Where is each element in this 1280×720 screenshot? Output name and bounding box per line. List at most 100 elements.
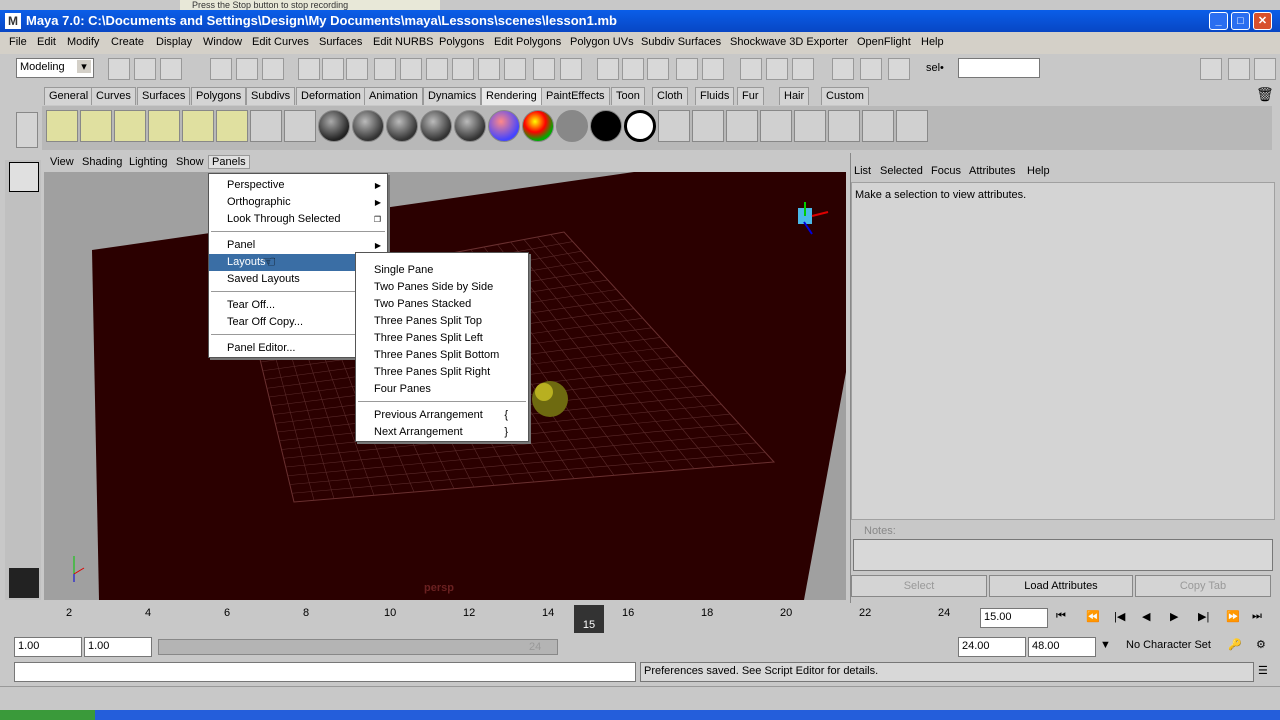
menu-help[interactable]: Help: [921, 36, 944, 48]
show-batch-icon[interactable]: [862, 110, 894, 142]
attr-menu-list[interactable]: List: [854, 165, 871, 177]
attr-menu-attributes[interactable]: Attributes: [969, 165, 1015, 177]
close-button[interactable]: ✕: [1253, 12, 1272, 30]
menu-polygon-uvs[interactable]: Polygon UVs: [570, 36, 634, 48]
shelf-tab-subdivs[interactable]: Subdivs: [246, 87, 296, 105]
viewport-menu-shading[interactable]: Shading: [82, 156, 122, 168]
manipulator-tool-icon[interactable]: [9, 370, 39, 400]
viewport-menu-panels[interactable]: Panels: [208, 155, 250, 169]
shelf-tab-curves[interactable]: Curves: [91, 87, 136, 105]
start-button[interactable]: [0, 710, 95, 720]
menu-item-next-arrangement[interactable]: Next Arrangement}: [356, 424, 528, 441]
menu-item-look-through-selected[interactable]: Look Through Selected ❐: [209, 211, 387, 228]
viewport-menu-lighting[interactable]: Lighting: [129, 156, 168, 168]
maximize-button[interactable]: □: [1231, 12, 1250, 30]
lasso-tool-icon[interactable]: [9, 198, 39, 228]
animation-end-field[interactable]: 48.00: [1028, 637, 1096, 657]
playback-start-field[interactable]: 1.00: [84, 637, 152, 657]
notes-field[interactable]: [853, 539, 1273, 571]
shading-map-icon[interactable]: [624, 110, 656, 142]
menu-item-three-panes-split-left[interactable]: Three Panes Split Left: [356, 330, 528, 347]
shelf-tab-dynamics[interactable]: Dynamics: [423, 87, 482, 105]
menu-surfaces[interactable]: Surfaces: [319, 36, 362, 48]
clear-selection-icon[interactable]: [792, 58, 814, 80]
snap-plane-icon[interactable]: [374, 58, 396, 80]
shelf-menu-icon[interactable]: [16, 112, 38, 148]
shelf-tab-toon[interactable]: Toon: [611, 87, 645, 105]
camera-icon[interactable]: [250, 110, 282, 142]
render-icon[interactable]: [658, 110, 690, 142]
spot-light-icon[interactable]: [148, 110, 180, 142]
menu-item-three-panes-split-right[interactable]: Three Panes Split Right: [356, 364, 528, 381]
menu-edit-nurbs[interactable]: Edit NURBS: [373, 36, 434, 48]
history-icon[interactable]: [426, 58, 448, 80]
menu-edit-polygons[interactable]: Edit Polygons: [494, 36, 561, 48]
load-attributes-button[interactable]: Load Attributes: [989, 575, 1133, 597]
blinn-sphere-icon[interactable]: [352, 110, 384, 142]
mel-input[interactable]: [14, 662, 636, 682]
paint-select-icon[interactable]: [9, 234, 39, 264]
shelf-tab-custom[interactable]: Custom: [821, 87, 869, 105]
shelf-tab-fluids[interactable]: Fluids: [695, 87, 735, 105]
select-button[interactable]: Select: [851, 575, 987, 597]
menu-item-three-panes-split-top[interactable]: Three Panes Split Top: [356, 313, 528, 330]
render-settings-2-icon[interactable]: [888, 58, 910, 80]
ipr-render-icon[interactable]: [622, 58, 644, 80]
quick-select-input[interactable]: [958, 58, 1040, 78]
clapper-icon[interactable]: [832, 58, 854, 80]
render-settings-icon[interactable]: [647, 58, 669, 80]
lambert-sphere-icon[interactable]: [318, 110, 350, 142]
shelf-tab-general[interactable]: General: [44, 87, 94, 105]
menu-item-two-panes-side-by-side[interactable]: Two Panes Side by Side: [356, 279, 528, 296]
construction-icon[interactable]: [452, 58, 474, 80]
menu-item-three-panes-split-bottom[interactable]: Three Panes Split Bottom: [356, 347, 528, 364]
snap-curve-icon[interactable]: [322, 58, 344, 80]
phong-sphere-icon[interactable]: [386, 110, 418, 142]
shelf-tab-painteffects[interactable]: PaintEffects: [541, 87, 610, 105]
new-scene-icon[interactable]: [108, 58, 130, 80]
select-by-component-icon[interactable]: [262, 58, 284, 80]
phonge-sphere-icon[interactable]: [420, 110, 452, 142]
attribute-editor-toggle-icon[interactable]: [1228, 58, 1250, 80]
batch-render-icon[interactable]: [794, 110, 826, 142]
four-pane-layout-icon[interactable]: [9, 514, 39, 544]
input-line-icon[interactable]: [740, 58, 762, 80]
menu-item-previous-arrangement[interactable]: Previous Arrangement{: [356, 407, 528, 424]
mode-selector[interactable]: Modeling ▾: [16, 58, 94, 78]
surface-shader-icon[interactable]: [556, 110, 588, 142]
paint-brush-icon[interactable]: [896, 110, 928, 142]
layered-sphere-icon[interactable]: [488, 110, 520, 142]
globe-icon[interactable]: [478, 58, 500, 80]
menu-file[interactable]: File: [9, 36, 27, 48]
select-by-hierarchy-icon[interactable]: [210, 58, 232, 80]
animation-prefs-icon[interactable]: ⚙: [1256, 638, 1266, 651]
attr-menu-help[interactable]: Help: [1027, 165, 1050, 177]
ramp-sphere-icon[interactable]: [522, 110, 554, 142]
minimize-button[interactable]: _: [1209, 12, 1228, 30]
playback-end-field[interactable]: 24.00: [958, 637, 1026, 657]
option-box-icon[interactable]: ❐: [374, 211, 381, 228]
step-back-frame-icon[interactable]: |◀: [1114, 610, 1125, 623]
directional-light-icon[interactable]: [80, 110, 112, 142]
step-forward-frame-icon[interactable]: ▶|: [1198, 610, 1209, 623]
play-forward-icon[interactable]: ▶: [1170, 610, 1178, 623]
shelf-tab-surfaces[interactable]: Surfaces: [137, 87, 191, 105]
menu-item-orthographic[interactable]: Orthographic ▶: [209, 194, 387, 211]
hypershade-shelf-icon[interactable]: [284, 110, 316, 142]
menu-edit[interactable]: Edit: [37, 36, 56, 48]
output-line-icon[interactable]: [766, 58, 788, 80]
lock-icon[interactable]: [533, 58, 555, 80]
ambient-light-icon[interactable]: [46, 110, 78, 142]
menu-edit-curves[interactable]: Edit Curves: [252, 36, 309, 48]
shelf-tab-polygons[interactable]: Polygons: [191, 87, 247, 105]
step-back-key-icon[interactable]: ⏪: [1086, 610, 1100, 623]
snap-point-icon[interactable]: [346, 58, 368, 80]
point-light-icon[interactable]: [114, 110, 146, 142]
menu-item-single-pane[interactable]: Single Pane: [356, 262, 528, 279]
open-scene-icon[interactable]: [134, 58, 156, 80]
step-forward-key-icon[interactable]: ⏩: [1226, 610, 1240, 623]
script-editor-icon[interactable]: ☰: [1258, 664, 1268, 677]
use-background-icon[interactable]: [590, 110, 622, 142]
menu-polygons[interactable]: Polygons: [439, 36, 484, 48]
tool-settings-toggle-icon[interactable]: [1254, 58, 1276, 80]
